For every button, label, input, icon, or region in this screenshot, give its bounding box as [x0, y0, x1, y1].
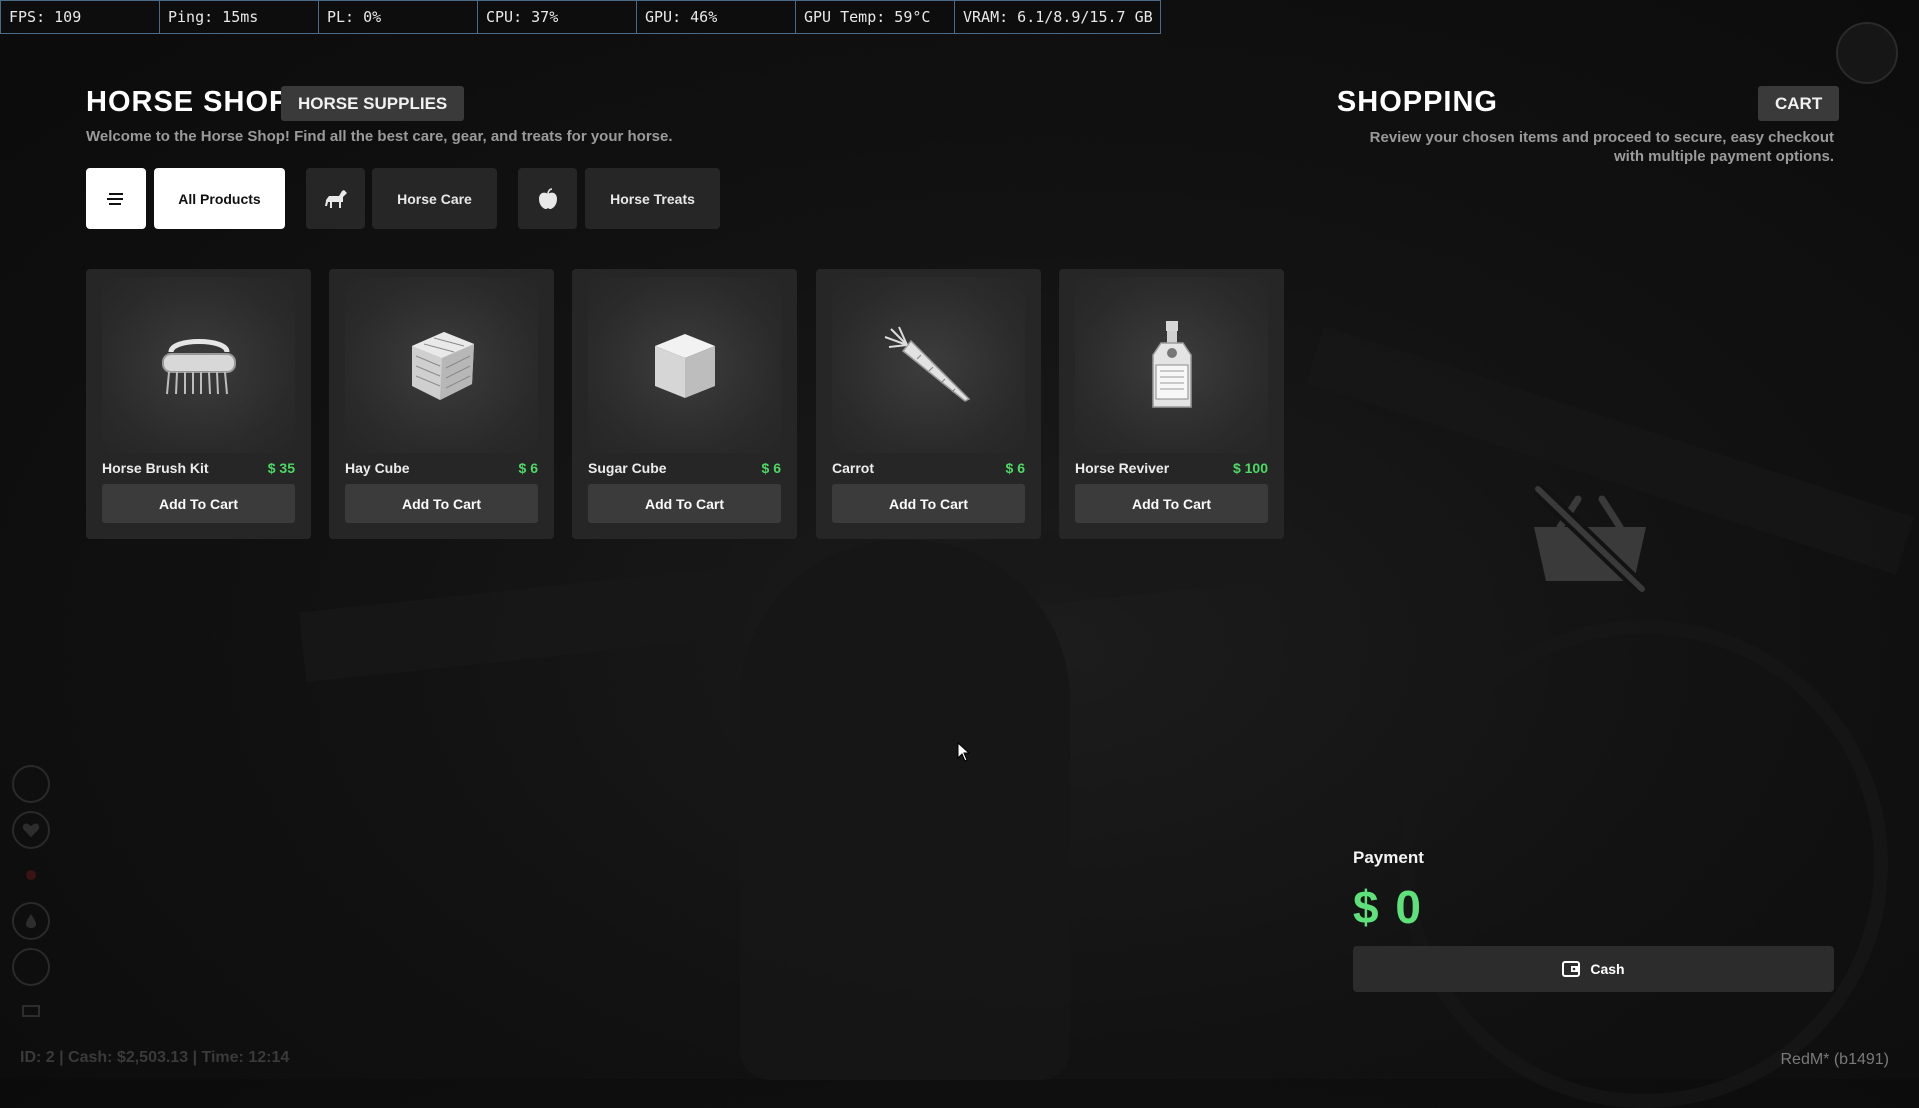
- hay-icon: [411, 332, 474, 400]
- product-price: $ 35: [267, 460, 295, 476]
- gpu-readout: GPU: 46%: [637, 1, 796, 33]
- mouse-cursor-icon: [957, 742, 971, 762]
- product-card: Carrot $ 6 Add To Cart: [816, 269, 1041, 539]
- cash-label: Cash: [1590, 961, 1625, 977]
- cash-payment-button[interactable]: Cash: [1353, 946, 1834, 992]
- health-heart-icon: [12, 811, 50, 849]
- wallet-icon: [1562, 961, 1581, 977]
- gpu-temp-readout: GPU Temp: 59°C: [796, 1, 955, 33]
- add-to-cart-button[interactable]: Add To Cart: [588, 484, 781, 523]
- product-image: [102, 277, 295, 453]
- cart-badge: CART: [1758, 86, 1840, 121]
- hud-status-text: ID: 2 | Cash: $2,503.13 | Time: 12:14: [20, 1049, 290, 1066]
- empty-basket-icon: [1533, 485, 1647, 595]
- thirst-drop-icon: [12, 902, 50, 940]
- cart-description: Review your chosen items and proceed to …: [1369, 129, 1834, 165]
- brush-icon: [161, 339, 236, 395]
- product-name: Hay Cube: [345, 460, 410, 476]
- add-to-cart-button[interactable]: Add To Cart: [345, 484, 538, 523]
- filter-horse-treats[interactable]: Horse Treats: [585, 168, 720, 229]
- reviver-bottle-icon: [1151, 321, 1192, 408]
- product-image: [345, 277, 538, 453]
- menu-lines-icon-button[interactable]: [86, 168, 146, 229]
- apple-icon: [538, 187, 557, 209]
- product-card: Sugar Cube $ 6 Add To Cart: [572, 269, 797, 539]
- horse-icon: [324, 189, 347, 208]
- payment-amount: $ 0: [1353, 881, 1423, 933]
- product-card: Hay Cube $ 6 Add To Cart: [329, 269, 554, 539]
- temperature-icon: [12, 765, 50, 803]
- fps-readout: FPS: 109: [1, 1, 160, 33]
- server-logo-icon: [1836, 22, 1898, 84]
- product-image: [588, 277, 781, 453]
- product-name: Sugar Cube: [588, 460, 667, 476]
- payment-label: Payment: [1353, 848, 1424, 867]
- mail-icon: [22, 1005, 40, 1017]
- stamina-icon: [26, 870, 36, 880]
- performance-overlay: FPS: 109 Ping: 15ms PL: 0% CPU: 37% GPU:…: [0, 0, 1161, 34]
- product-price: $ 6: [1005, 460, 1025, 476]
- menu-lines-icon: [107, 192, 123, 205]
- product-name: Carrot: [832, 460, 875, 476]
- shop-description: Welcome to the Horse Shop! Find all the …: [86, 128, 673, 145]
- product-name: Horse Brush Kit: [102, 460, 209, 476]
- product-image: [832, 277, 1025, 453]
- product-price: $ 100: [1232, 460, 1268, 476]
- shop-title: HORSE SHOP: [86, 86, 290, 118]
- ping-readout: Ping: 15ms: [160, 1, 319, 33]
- cpu-readout: CPU: 37%: [478, 1, 637, 33]
- add-to-cart-button[interactable]: Add To Cart: [102, 484, 295, 523]
- shop-category-badge: HORSE SUPPLIES: [281, 86, 465, 121]
- product-price: $ 6: [761, 460, 781, 476]
- hunger-icon: [12, 948, 50, 986]
- sugar-cube-icon: [654, 334, 715, 398]
- filter-all-products[interactable]: All Products: [154, 168, 285, 229]
- add-to-cart-button[interactable]: Add To Cart: [832, 484, 1025, 523]
- build-version: RedM* (b1491): [1780, 1051, 1890, 1068]
- product-image: [1075, 277, 1268, 453]
- add-to-cart-button[interactable]: Add To Cart: [1075, 484, 1268, 523]
- horse-icon-button[interactable]: [306, 168, 365, 229]
- product-name: Horse Reviver: [1075, 460, 1170, 476]
- cart-title: SHOPPING: [1336, 86, 1498, 118]
- product-card: Horse Reviver $ 100 Add To Cart: [1059, 269, 1284, 539]
- packet-loss-readout: PL: 0%: [319, 1, 478, 33]
- filter-horse-care[interactable]: Horse Care: [372, 168, 497, 229]
- product-price: $ 6: [518, 460, 538, 476]
- product-card: Horse Brush Kit $ 35 Add To Cart: [86, 269, 311, 539]
- carrot-icon: [884, 326, 970, 402]
- vram-readout: VRAM: 6.1/8.9/15.7 GB: [963, 8, 1153, 26]
- apple-icon-button[interactable]: [518, 168, 577, 229]
